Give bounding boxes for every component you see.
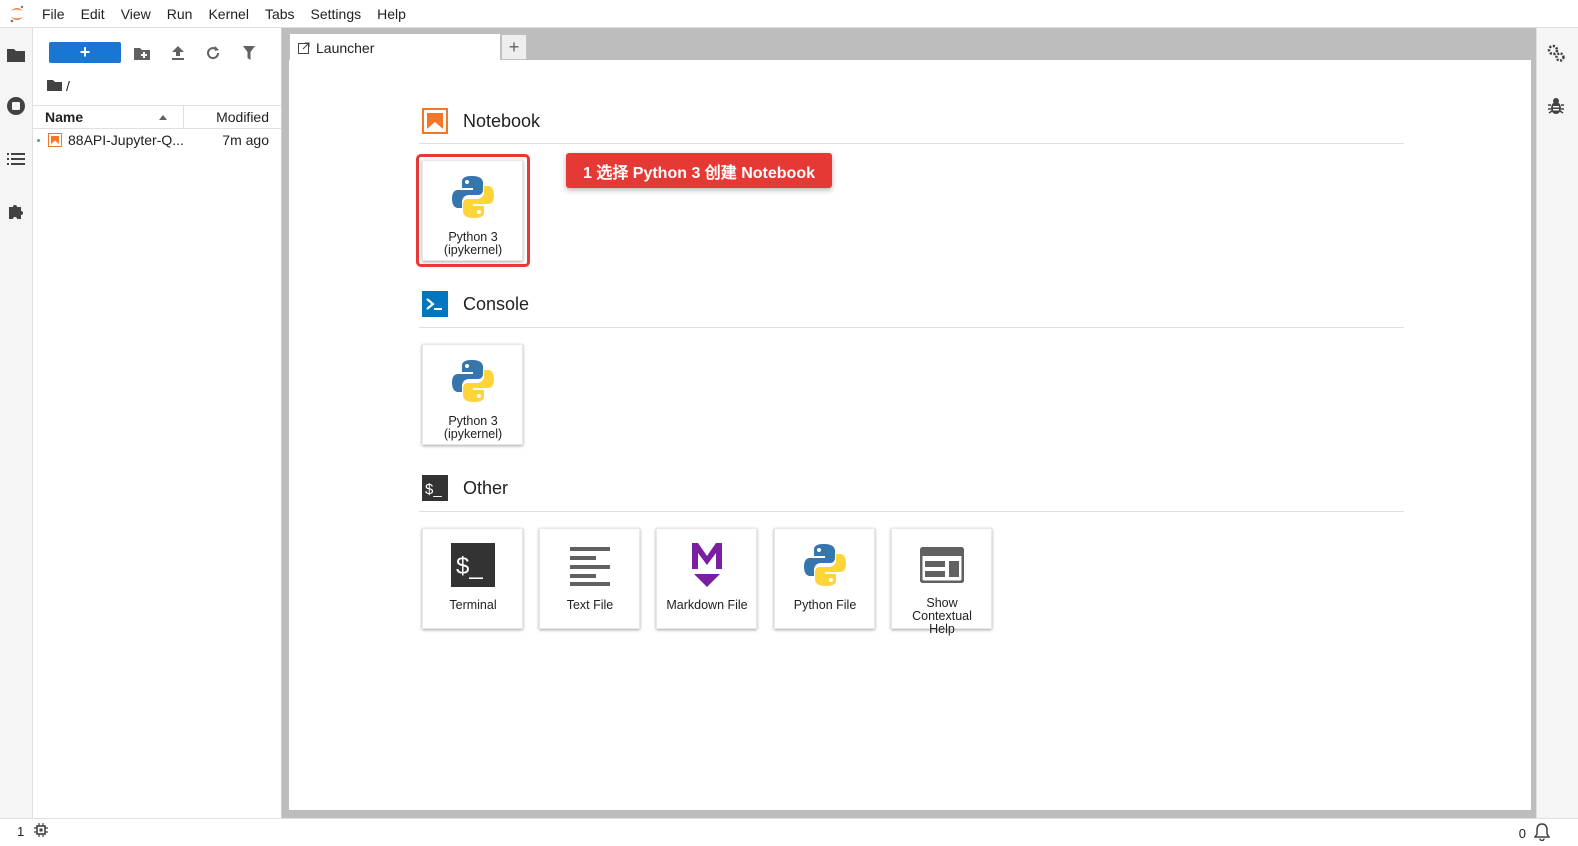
launcher-card-terminal[interactable]: $_ Terminal — [422, 528, 523, 629]
markdown-icon — [657, 539, 756, 591]
breadcrumb-root[interactable]: / — [66, 78, 70, 94]
new-folder-icon[interactable] — [131, 42, 153, 64]
filter-icon[interactable] — [238, 42, 260, 64]
folder-icon[interactable] — [4, 42, 28, 66]
card-label: Markdown File — [666, 598, 748, 612]
property-inspector-icon[interactable] — [1545, 42, 1567, 64]
card-label: Terminal — [449, 598, 497, 612]
launcher-card-python-file[interactable]: Python File — [774, 528, 875, 629]
launcher-card-contextual-help[interactable]: Show Contextual Help — [891, 528, 992, 636]
bell-icon — [1533, 823, 1551, 844]
card-label: Show Contextual Help — [912, 596, 972, 636]
notification-count: 0 — [1518, 826, 1526, 841]
notebook-icon — [422, 108, 448, 134]
kernel-count: 1 — [17, 824, 25, 839]
menu-settings[interactable]: Settings — [303, 0, 370, 28]
annotation-highlight-box — [416, 154, 530, 267]
new-launcher-button[interactable]: + — [49, 42, 121, 63]
extension-manager-icon[interactable] — [4, 199, 28, 223]
launcher-card-text-file[interactable]: Text File — [539, 528, 640, 629]
right-sidebar — [1536, 28, 1578, 818]
section-title: Notebook — [463, 110, 541, 131]
running-kernels-icon[interactable] — [4, 94, 28, 118]
section-other: $_ Other — [422, 474, 508, 502]
kernel-status[interactable]: 1 — [17, 823, 49, 840]
section-divider — [419, 511, 1404, 512]
svg-text:$_: $_ — [456, 553, 483, 580]
sort-ascending-icon — [159, 115, 167, 120]
file-list-header: Name Modified — [33, 105, 281, 129]
launcher-card-markdown-file[interactable]: Markdown File — [656, 528, 757, 629]
column-divider[interactable] — [183, 106, 184, 128]
card-label: Text File — [566, 598, 614, 612]
menu-kernel[interactable]: Kernel — [200, 0, 256, 28]
menu-tabs[interactable]: Tabs — [257, 0, 303, 28]
terminal-icon: $_ — [423, 539, 522, 591]
python-icon — [423, 355, 522, 407]
file-browser-panel: + / Name Modified 88API-Jupyter-Q... 7m … — [33, 28, 282, 818]
file-modified: 7m ago — [222, 132, 269, 148]
breadcrumb: / — [47, 78, 70, 94]
tab-label: Launcher — [316, 39, 375, 56]
svg-text:$_: $_ — [425, 481, 442, 498]
launcher-icon — [298, 42, 310, 54]
column-modified-header[interactable]: Modified — [216, 109, 269, 125]
left-activity-bar — [0, 28, 33, 818]
running-indicator — [37, 139, 40, 142]
section-divider — [419, 143, 1404, 144]
jupyter-logo-icon — [0, 0, 34, 28]
upload-icon[interactable] — [167, 42, 189, 64]
menu-file[interactable]: File — [34, 0, 73, 28]
status-bar: 1 0 — [0, 818, 1578, 846]
menu-bar: File Edit View Run Kernel Tabs Settings … — [0, 0, 1578, 28]
menu-help[interactable]: Help — [369, 0, 414, 28]
python-icon — [775, 539, 874, 591]
debugger-icon[interactable] — [1545, 95, 1567, 117]
console-icon — [422, 291, 448, 317]
menu-view[interactable]: View — [113, 0, 159, 28]
tab-bar: Launcher + — [289, 33, 527, 61]
file-name: 88API-Jupyter-Q... — [68, 132, 184, 148]
section-console: Console — [422, 290, 529, 318]
notifications[interactable]: 0 — [1518, 823, 1551, 844]
kernel-chip-icon — [34, 823, 49, 840]
section-title: Console — [463, 293, 530, 314]
menu-run[interactable]: Run — [159, 0, 201, 28]
refresh-icon[interactable] — [202, 42, 224, 64]
card-label: Python File — [793, 598, 857, 612]
menu-edit[interactable]: Edit — [73, 0, 113, 28]
section-notebook: Notebook — [422, 107, 540, 135]
column-name-header[interactable]: Name — [45, 109, 83, 125]
section-divider — [419, 327, 1404, 328]
section-title: Other — [463, 477, 509, 498]
table-of-contents-icon[interactable] — [4, 147, 28, 171]
launcher-card-console-python3[interactable]: Python 3 (ipykernel) — [422, 344, 523, 445]
text-file-icon — [540, 539, 639, 591]
add-tab-button[interactable]: + — [501, 34, 527, 60]
terminal-icon: $_ — [422, 475, 448, 501]
card-label: Python 3 (ipykernel) — [443, 414, 503, 441]
help-icon — [892, 539, 991, 591]
tab-launcher[interactable]: Launcher — [289, 33, 501, 61]
home-folder-icon[interactable] — [47, 78, 62, 94]
annotation-callout: 1 选择 Python 3 创建 Notebook — [566, 153, 832, 188]
notebook-icon — [48, 133, 62, 150]
file-list-item[interactable]: 88API-Jupyter-Q... 7m ago — [33, 129, 281, 151]
